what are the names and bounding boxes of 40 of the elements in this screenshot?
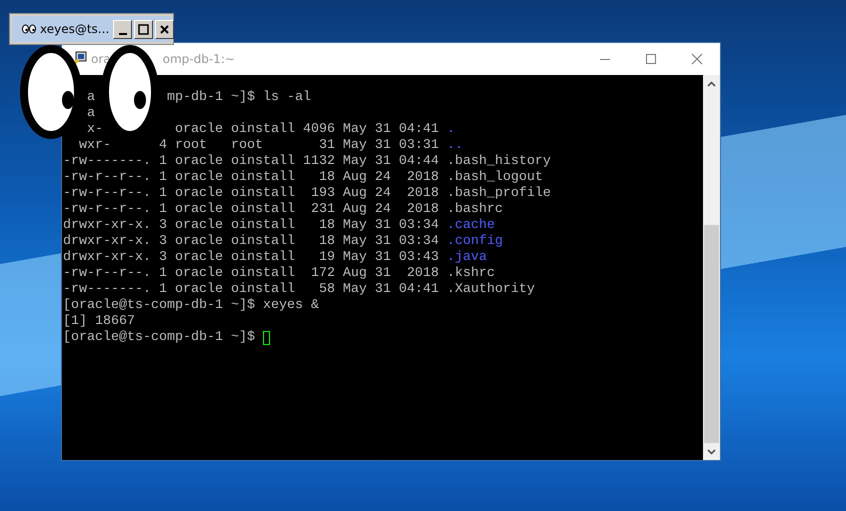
- terminal-text: -rw-r--r--. 1 oracle oinstall 18 Aug 24 2018: [63, 170, 440, 186]
- terminal-text: x- oracle oinstall 4096 May 31 04:41: [86, 122, 440, 138]
- terminal-text: wxr- 4 root root 31 May 31 03:31: [78, 138, 440, 154]
- terminal-text: drwxr-xr-x. 3 oracle oinstall 18 May 31 03:34: [63, 218, 440, 234]
- command-prompt: a mp-db-1 ~]$ ls -al: [86, 90, 311, 106]
- directory-name: .java: [446, 250, 487, 266]
- scrollbar[interactable]: [703, 75, 720, 460]
- directory-name: ..: [446, 138, 463, 154]
- terminal-text: [1] 18667: [63, 314, 135, 330]
- maximize-button[interactable]: [134, 20, 154, 38]
- close-icon: [691, 53, 703, 65]
- close-button[interactable]: [155, 20, 174, 38]
- minimize-icon: [118, 32, 127, 34]
- terminal-text: drwxr-xr-x. 3 oracle oinstall 18 May 31 03:34: [63, 234, 440, 250]
- window-title: xeyes@ts...: [40, 22, 110, 36]
- file-name: .bash_logout: [446, 170, 543, 186]
- terminal-text: -rw-r--r--. 1 oracle oinstall 172 Aug 31 2018: [63, 266, 440, 282]
- command-prompt: [oracle@ts-comp-db-1 ~]$: [63, 330, 256, 346]
- terminal-text: -rw-------. 1 oracle oinstall 1132 May 31 04:44: [63, 154, 440, 170]
- close-icon: [160, 24, 170, 34]
- file-name: .bash_history: [446, 154, 551, 170]
- file-name: .Xauthority: [446, 282, 535, 298]
- file-name: .bash_profile: [446, 186, 551, 202]
- maximize-icon: [138, 24, 150, 34]
- maximize-icon: [645, 53, 657, 65]
- terminal-text: -rw-------. 1 oracle oinstall 58 May 31 04:41: [63, 282, 440, 298]
- terminal-text: a: [86, 106, 95, 122]
- directory-name: .cache: [446, 218, 495, 234]
- scrollbar-thumb[interactable]: [704, 225, 719, 443]
- terminal-text: -rw-r--r--. 1 oracle oinstall 193 Aug 24 2018: [63, 186, 440, 202]
- file-name: .kshrc: [446, 266, 495, 282]
- file-name: .bashrc: [446, 202, 503, 218]
- directory-name: .: [446, 122, 455, 138]
- eyes-icon: [22, 24, 36, 34]
- command-prompt: [oracle@ts-comp-db-1 ~]$ xeyes &: [63, 298, 319, 314]
- terminal-text: -rw-r--r--. 1 oracle oinstall 231 Aug 24 2018: [63, 202, 440, 218]
- window-title: omp-db-1:~: [162, 52, 235, 66]
- terminal-text: drwxr-xr-x. 3 oracle oinstall 19 May 31 03:43: [63, 250, 440, 266]
- minimize-button[interactable]: [113, 20, 132, 38]
- directory-name: .config: [446, 234, 503, 250]
